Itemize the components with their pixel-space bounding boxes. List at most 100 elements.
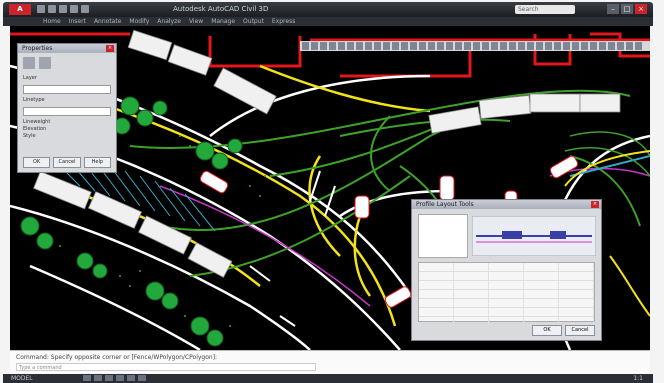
- tool-icon[interactable]: [473, 42, 480, 50]
- properties-grid[interactable]: [418, 262, 595, 326]
- annotation-scale[interactable]: 1:1: [633, 375, 643, 382]
- dialog-buttons: OK Cancel Help: [23, 157, 111, 168]
- tool-icon[interactable]: [446, 42, 453, 50]
- tree-icon: [211, 152, 229, 170]
- close-icon[interactable]: ×: [106, 45, 114, 52]
- grid-row[interactable]: [419, 272, 594, 281]
- tool-icon[interactable]: [590, 42, 597, 50]
- tool-icon[interactable]: [356, 42, 363, 50]
- undo-icon[interactable]: [70, 5, 78, 13]
- tool-icon[interactable]: [545, 42, 552, 50]
- grid-row[interactable]: [419, 281, 594, 290]
- lane-markings: [249, 170, 336, 327]
- app-logo-icon[interactable]: A: [9, 4, 31, 15]
- tool-icon[interactable]: [455, 42, 462, 50]
- tree-icon: [227, 138, 243, 154]
- window-controls: – □ ×: [607, 4, 647, 14]
- grid-row[interactable]: [419, 299, 594, 308]
- tool-icon[interactable]: [518, 42, 525, 50]
- close-icon[interactable]: ×: [591, 201, 599, 208]
- preview-panel: [418, 214, 468, 258]
- tool-icon[interactable]: [329, 42, 336, 50]
- tool-icon[interactable]: [365, 42, 372, 50]
- dialog-title[interactable]: Properties ×: [18, 44, 116, 53]
- tool-icon[interactable]: [536, 42, 543, 50]
- tool-icon[interactable]: [500, 42, 507, 50]
- osnap-toggle-icon[interactable]: [127, 375, 135, 381]
- save-icon[interactable]: [59, 5, 67, 13]
- tool-icon[interactable]: [527, 42, 534, 50]
- tool-icon[interactable]: [347, 42, 354, 50]
- tool-icon[interactable]: [599, 42, 606, 50]
- maximize-button[interactable]: □: [621, 4, 633, 14]
- tool-icon[interactable]: [608, 42, 615, 50]
- grid-row[interactable]: [419, 263, 594, 272]
- search-input[interactable]: Search: [515, 5, 575, 14]
- properties-dialog[interactable]: Properties × Layer Linetype Lineweight E…: [17, 43, 117, 173]
- tool-icon[interactable]: [320, 42, 327, 50]
- command-input[interactable]: Type a command: [16, 363, 316, 371]
- layer-icon[interactable]: [23, 57, 35, 69]
- snap-toggle-icon[interactable]: [94, 375, 102, 381]
- model-tab[interactable]: MODEL: [11, 375, 33, 382]
- grid-row[interactable]: [419, 290, 594, 299]
- ok-button[interactable]: OK: [532, 325, 562, 336]
- tree-icon: [206, 329, 224, 347]
- tool-icon[interactable]: [482, 42, 489, 50]
- dialog-row-label: Lineweight: [23, 119, 51, 125]
- menu-item-home[interactable]: Home: [43, 17, 61, 26]
- close-button[interactable]: ×: [635, 4, 647, 14]
- tool-icon[interactable]: [563, 42, 570, 50]
- title-bar: A Autodesk AutoCAD Civil 3D Search – □ ×: [3, 2, 653, 17]
- minimize-button[interactable]: –: [607, 4, 619, 14]
- menu-item-output[interactable]: Output: [243, 17, 264, 26]
- grid-toggle-icon[interactable]: [83, 375, 91, 381]
- tool-icon[interactable]: [491, 42, 498, 50]
- menu-item-insert[interactable]: Insert: [69, 17, 86, 26]
- menu-item-annotate[interactable]: Annotate: [94, 17, 121, 26]
- tool-icon[interactable]: [617, 42, 624, 50]
- tool-icon[interactable]: [410, 42, 417, 50]
- new-icon[interactable]: [37, 5, 45, 13]
- tool-icon[interactable]: [626, 42, 633, 50]
- tool-icon[interactable]: [428, 42, 435, 50]
- tool-icon[interactable]: [401, 42, 408, 50]
- tool-icon[interactable]: [464, 42, 471, 50]
- tool-icon[interactable]: [635, 42, 642, 50]
- linetype-field[interactable]: [23, 107, 111, 116]
- ortho-toggle-icon[interactable]: [105, 375, 113, 381]
- menu-item-manage[interactable]: Manage: [211, 17, 235, 26]
- tool-icon[interactable]: [572, 42, 579, 50]
- ok-button[interactable]: OK: [23, 157, 51, 168]
- help-button[interactable]: Help: [83, 157, 111, 168]
- tool-icon[interactable]: [554, 42, 561, 50]
- grid-row[interactable]: [419, 308, 594, 317]
- redo-icon[interactable]: [81, 5, 89, 13]
- otrack-toggle-icon[interactable]: [138, 375, 146, 381]
- tool-icon[interactable]: [311, 42, 318, 50]
- tool-icon[interactable]: [509, 42, 516, 50]
- tool-icon[interactable]: [581, 42, 588, 50]
- tool-icon[interactable]: [302, 42, 309, 50]
- cancel-button[interactable]: Cancel: [565, 325, 595, 336]
- tool-icon[interactable]: [392, 42, 399, 50]
- profile-layout-dialog[interactable]: Profile Layout Tools × OK Cancel: [411, 199, 602, 341]
- menu-item-express[interactable]: Express: [272, 17, 295, 26]
- style-icon[interactable]: [39, 57, 51, 69]
- menu-item-analyze[interactable]: Analyze: [157, 17, 181, 26]
- menu-item-modify[interactable]: Modify: [129, 17, 149, 26]
- cancel-button[interactable]: Cancel: [53, 157, 81, 168]
- quick-access-toolbar: [37, 5, 89, 13]
- dialog-row-label: Style: [23, 133, 36, 139]
- tool-icon[interactable]: [383, 42, 390, 50]
- tool-icon[interactable]: [437, 42, 444, 50]
- tool-icon[interactable]: [374, 42, 381, 50]
- train-icon: [529, 93, 581, 113]
- menu-item-view[interactable]: View: [189, 17, 203, 26]
- open-icon[interactable]: [48, 5, 56, 13]
- tool-icon[interactable]: [419, 42, 426, 50]
- tool-icon[interactable]: [338, 42, 345, 50]
- layer-field[interactable]: [23, 85, 111, 94]
- polar-toggle-icon[interactable]: [116, 375, 124, 381]
- dialog-title[interactable]: Profile Layout Tools ×: [412, 200, 601, 209]
